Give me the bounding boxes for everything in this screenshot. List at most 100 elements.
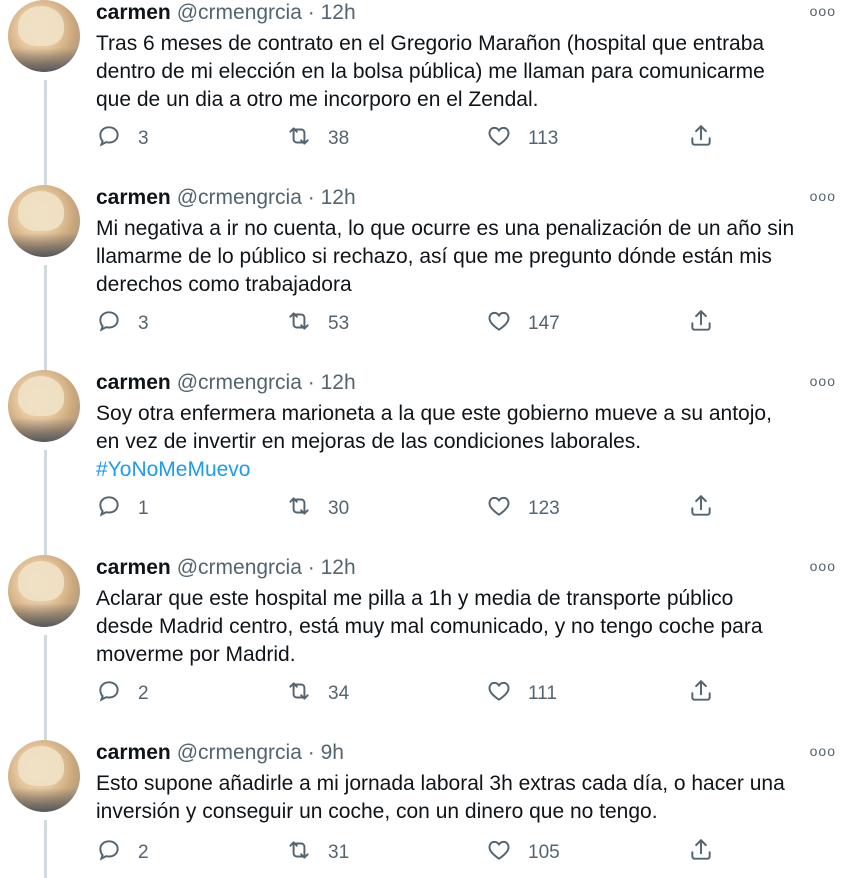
share-button[interactable] — [688, 309, 714, 339]
tweet-actions: 2 31 105 — [96, 838, 736, 868]
tweet-text-line: dentro de mi elección en la bolsa públic… — [96, 60, 765, 83]
display-name[interactable]: carmen — [96, 1, 171, 24]
reply-count: 2 — [138, 683, 149, 704]
retweet-count: 53 — [328, 313, 350, 334]
like-count: 113 — [528, 128, 559, 149]
reply-button[interactable]: 2 — [96, 679, 149, 709]
avatar[interactable] — [8, 555, 80, 627]
thread-line — [44, 820, 47, 878]
tweet-text-line: en vez de invertir en mejoras de las con… — [96, 430, 642, 453]
reply-icon — [96, 678, 122, 710]
tweet[interactable]: carmen @crmengrcia · 12h ooo Mi negativa … — [0, 185, 850, 370]
share-icon — [688, 308, 714, 340]
tweet-actions: 2 34 111 — [96, 679, 736, 709]
retweet-count: 30 — [328, 498, 350, 519]
tweet-header: carmen @crmengrcia · 9h — [96, 740, 344, 766]
reply-button[interactable]: 3 — [96, 124, 149, 154]
avatar[interactable] — [8, 370, 80, 442]
tweet-text-line: que de un dia a otro me incorporo en el … — [96, 88, 539, 111]
retweet-icon — [286, 493, 312, 525]
retweet-count: 38 — [328, 128, 350, 149]
hashtag-link[interactable]: #YoNoMeMuevo — [96, 456, 826, 484]
time-separator: · — [307, 371, 315, 394]
reply-count: 3 — [138, 313, 149, 334]
tweet-text-line: Mi negativa a ir no cuenta, lo que ocurr… — [96, 217, 795, 240]
tweet-header: carmen @crmengrcia · 12h — [96, 185, 356, 211]
retweet-count: 31 — [328, 842, 350, 863]
more-dots-icon[interactable]: ooo — [810, 740, 836, 762]
avatar[interactable] — [8, 0, 80, 72]
user-handle[interactable]: @crmengrcia · 12h — [177, 1, 356, 24]
more-dots-icon[interactable]: ooo — [810, 370, 836, 392]
avatar[interactable] — [8, 185, 80, 257]
user-handle[interactable]: @crmengrcia · 12h — [177, 371, 356, 394]
share-button[interactable] — [688, 124, 714, 154]
like-count: 105 — [528, 842, 560, 863]
tweet[interactable]: carmen @crmengrcia · 12h ooo Soy otra enf… — [0, 370, 850, 555]
timestamp[interactable]: 12h — [321, 1, 356, 24]
more-dots-icon[interactable]: ooo — [810, 0, 836, 22]
thread-line — [44, 80, 47, 185]
share-icon — [688, 493, 714, 525]
tweet-actions: 3 53 147 — [96, 309, 736, 339]
timestamp[interactable]: 12h — [321, 186, 356, 209]
heart-icon — [486, 837, 512, 869]
user-handle[interactable]: @crmengrcia · 12h — [177, 186, 356, 209]
more-dots-icon[interactable]: ooo — [810, 555, 836, 577]
heart-icon — [486, 493, 512, 525]
user-handle[interactable]: @crmengrcia · 12h — [177, 556, 356, 579]
more-dots-icon[interactable]: ooo — [810, 185, 836, 207]
thread-line — [44, 450, 47, 555]
display-name[interactable]: carmen — [96, 186, 171, 209]
display-name[interactable]: carmen — [96, 371, 171, 394]
tweet-actions: 3 38 113 — [96, 124, 736, 154]
timestamp[interactable]: 9h — [321, 741, 344, 764]
like-button[interactable]: 123 — [486, 494, 560, 524]
tweet-text: Tras 6 meses de contrato en el Gregorio … — [96, 30, 826, 114]
like-count: 111 — [528, 683, 557, 704]
retweet-button[interactable]: 53 — [286, 309, 349, 339]
reply-icon — [96, 123, 122, 155]
display-name[interactable]: carmen — [96, 556, 171, 579]
retweet-button[interactable]: 30 — [286, 494, 349, 524]
tweet[interactable]: carmen @crmengrcia · 12h ooo Aclarar que … — [0, 555, 850, 740]
like-button[interactable]: 111 — [486, 679, 557, 709]
time-separator: · — [307, 741, 315, 764]
timestamp[interactable]: 12h — [321, 371, 356, 394]
retweet-button[interactable]: 38 — [286, 124, 349, 154]
like-button[interactable]: 105 — [486, 838, 560, 868]
tweet-text: Soy otra enfermera marioneta a la que es… — [96, 400, 826, 484]
tweet[interactable]: carmen @crmengrcia · 12h ooo Tras 6 meses… — [0, 0, 850, 185]
share-button[interactable] — [688, 494, 714, 524]
retweet-button[interactable]: 34 — [286, 679, 349, 709]
reply-count: 3 — [138, 128, 149, 149]
tweet[interactable]: carmen @crmengrcia · 9h ooo Esto supone a… — [0, 740, 850, 878]
user-handle[interactable]: @crmengrcia · 9h — [177, 741, 344, 764]
tweet-text-line: Tras 6 meses de contrato en el Gregorio … — [96, 32, 765, 55]
tweet-text-line: Aclarar que este hospital me pilla a 1h … — [96, 587, 734, 610]
reply-button[interactable]: 1 — [96, 494, 149, 524]
tweet-header: carmen @crmengrcia · 12h — [96, 0, 356, 26]
tweet-text-line: Esto supone añadirle a mi jornada labora… — [96, 772, 785, 795]
timestamp[interactable]: 12h — [321, 556, 356, 579]
reply-button[interactable]: 2 — [96, 838, 149, 868]
tweet-text-line: inversión y conseguir un coche, con un d… — [96, 800, 658, 823]
share-button[interactable] — [688, 679, 714, 709]
display-name[interactable]: carmen — [96, 741, 171, 764]
reply-count: 2 — [138, 842, 149, 863]
share-button[interactable] — [688, 838, 714, 868]
reply-button[interactable]: 3 — [96, 309, 149, 339]
tweet-text-line: Soy otra enfermera marioneta a la que es… — [96, 402, 772, 425]
reply-count: 1 — [138, 498, 149, 519]
like-count: 123 — [528, 498, 560, 519]
tweet-header: carmen @crmengrcia · 12h — [96, 555, 356, 581]
thread-line — [44, 265, 47, 370]
retweet-icon — [286, 837, 312, 869]
tweet-text: Esto supone añadirle a mi jornada labora… — [96, 770, 826, 826]
like-button[interactable]: 147 — [486, 309, 560, 339]
thread-line — [44, 635, 47, 740]
retweet-button[interactable]: 31 — [286, 838, 349, 868]
avatar[interactable] — [8, 740, 80, 812]
heart-icon — [486, 123, 512, 155]
like-button[interactable]: 113 — [486, 124, 558, 154]
